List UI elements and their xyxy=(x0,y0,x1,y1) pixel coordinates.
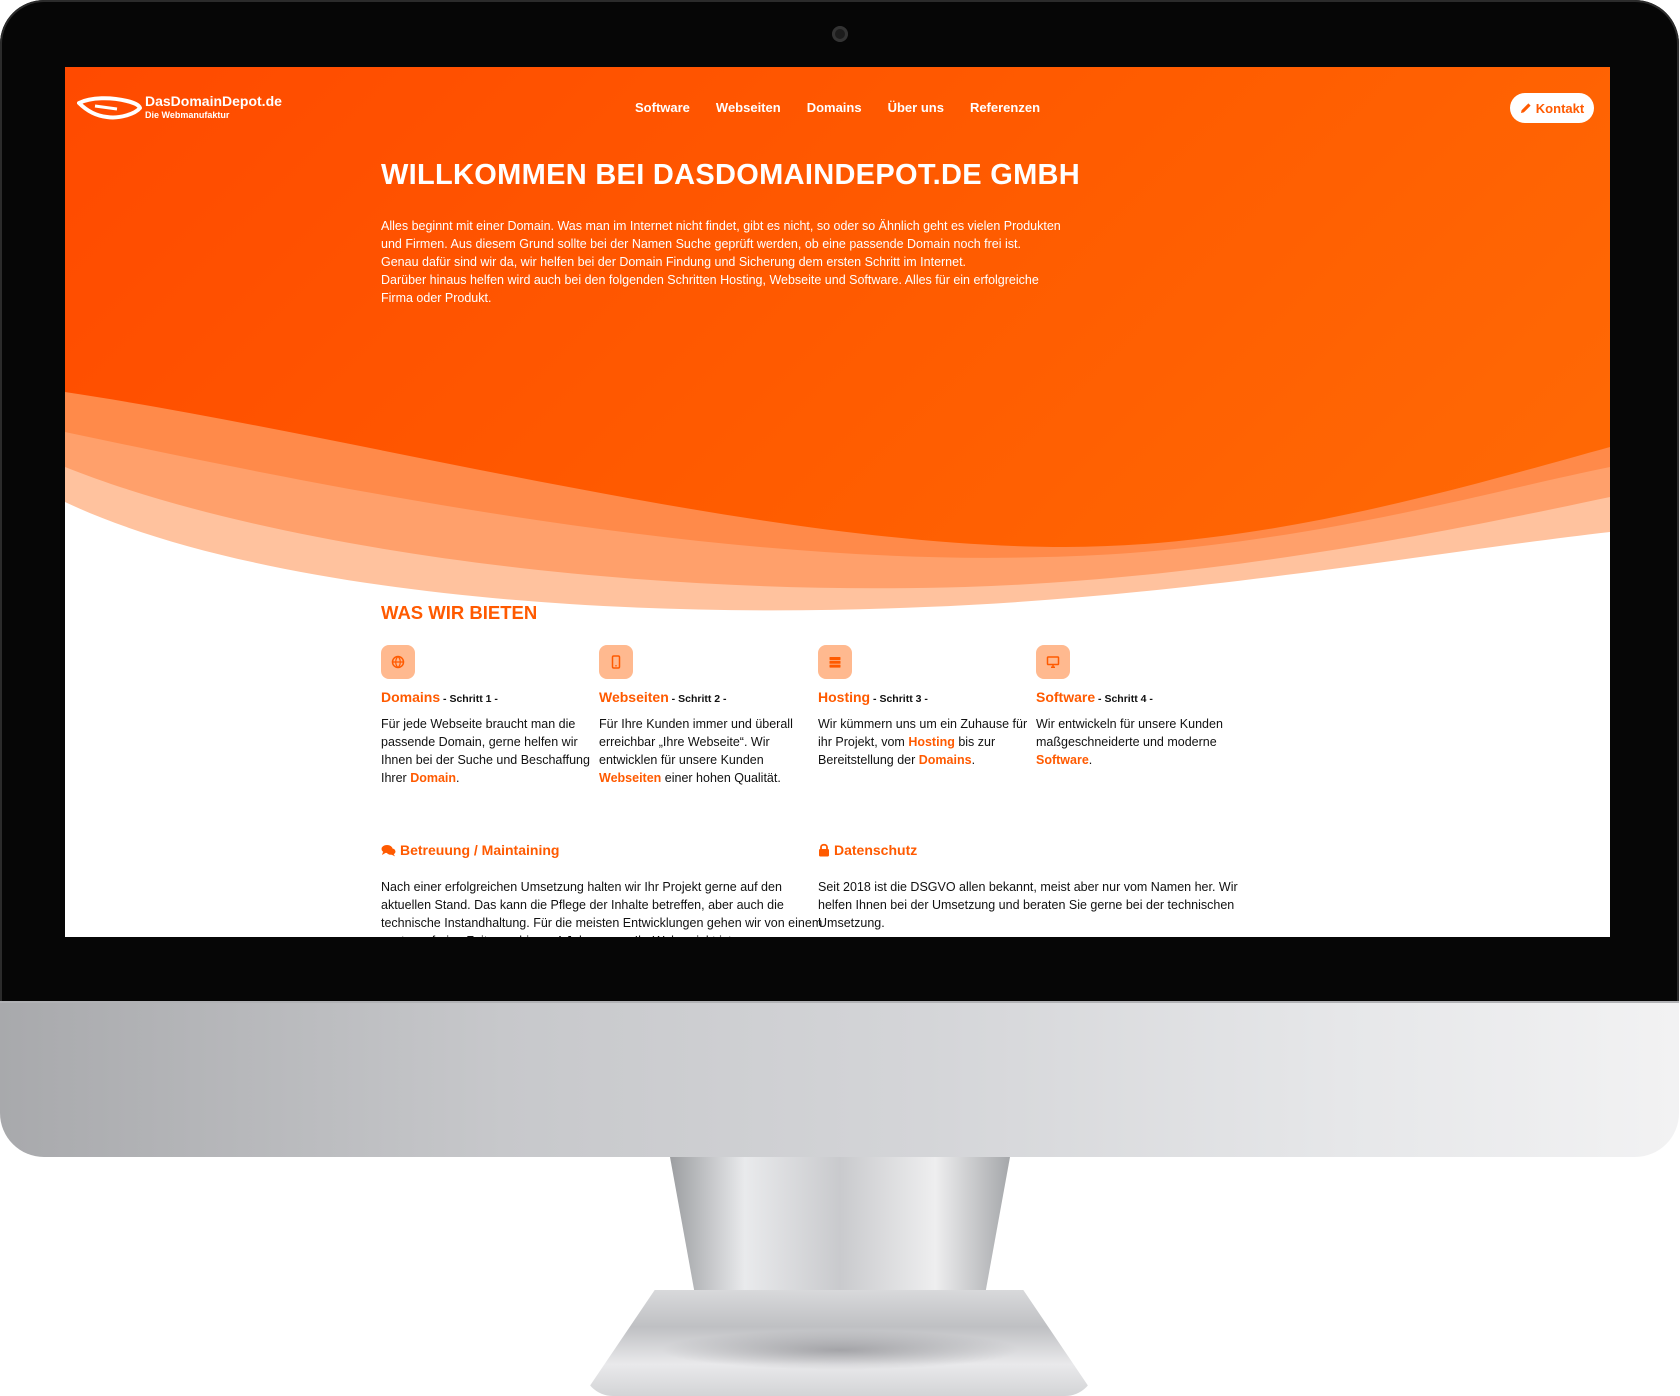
text: . xyxy=(456,771,460,785)
page-title: WILLKOMMEN BEI DASDOMAINDEPOT.DE GMBH xyxy=(381,159,1081,191)
inline-link[interactable]: Domain xyxy=(410,771,456,785)
text: Wir entwickeln für unsere Kunden maßgesc… xyxy=(1036,717,1223,749)
inline-link[interactable]: Webseiten xyxy=(599,771,661,785)
support-heading: Betreuung / Maintaining xyxy=(381,842,826,858)
comments-icon xyxy=(381,844,396,856)
offer-card-description: Wir entwickeln für unsere Kunden maßgesc… xyxy=(1036,715,1246,769)
logo-title: DasDomainDepot.de xyxy=(145,93,282,109)
monitor-icon xyxy=(1036,645,1070,679)
offer-card-name[interactable]: Domains xyxy=(381,689,440,705)
camera-icon xyxy=(832,26,848,42)
nav-item-software[interactable]: Software xyxy=(635,100,690,115)
inline-link[interactable]: Software xyxy=(1036,753,1089,767)
text: . xyxy=(1088,753,1093,767)
monitor-chin xyxy=(0,1001,1679,1157)
offer-card-description: Für Ihre Kunden immer und überall erreic… xyxy=(599,715,809,787)
offer-card-heading: Domains - Schritt 1 - xyxy=(381,689,591,707)
offer-card-heading: Webseiten - Schritt 2 - xyxy=(599,689,809,707)
server-icon xyxy=(818,645,852,679)
offer-card-name[interactable]: Software xyxy=(1036,689,1095,705)
text: Für Ihre Kunden immer und überall erreic… xyxy=(599,717,793,767)
offer-card-name[interactable]: Hosting xyxy=(818,689,870,705)
offer-card-step: - Schritt 1 - xyxy=(440,693,498,705)
site-logo[interactable]: DasDomainDepot.de Die Webmanufaktur xyxy=(77,93,282,127)
privacy-heading: Datenschutz xyxy=(818,842,1263,858)
offer-card-heading: Hosting - Schritt 3 - xyxy=(818,689,1028,707)
text: . xyxy=(971,753,976,767)
offer-card-description: Für jede Webseite braucht man die passen… xyxy=(381,715,591,787)
support-title: Betreuung / Maintaining xyxy=(400,842,560,858)
contact-button-label: Kontakt xyxy=(1535,100,1585,116)
offer-card-heading: Software - Schritt 4 - xyxy=(1036,689,1246,707)
hero-waves-decoration xyxy=(65,392,1610,617)
text: einer hohen Qualität. xyxy=(661,771,781,785)
globe-icon xyxy=(381,645,415,679)
imac-monitor: DasDomainDepot.de Die Webmanufaktur Soft… xyxy=(0,0,1680,1396)
privacy-title: Datenschutz xyxy=(834,842,918,858)
inline-link[interactable]: Domains xyxy=(919,753,972,767)
stand-shadow xyxy=(660,1330,1020,1370)
contact-button[interactable]: Kontakt xyxy=(1510,93,1594,123)
offer-card-step: - Schritt 4 - xyxy=(1095,693,1153,705)
support-section: Betreuung / Maintaining Nach einer erfol… xyxy=(381,842,826,937)
offer-card-domains: Domains - Schritt 1 - Für jede Webseite … xyxy=(381,645,591,787)
offer-section-title: WAS WIR BIETEN xyxy=(381,602,538,623)
divider xyxy=(0,1001,1679,1003)
hero-paragraph: Alles beginnt mit einer Domain. Was man … xyxy=(381,219,1061,251)
hero-intro-text: Alles beginnt mit einer Domain. Was man … xyxy=(381,217,1061,307)
logo-subtitle: Die Webmanufaktur xyxy=(145,110,230,120)
offer-card-step: - Schritt 3 - xyxy=(870,693,928,705)
mobile-icon xyxy=(599,645,633,679)
privacy-section: Datenschutz Seit 2018 ist die DSGVO alle… xyxy=(818,842,1263,932)
hero-paragraph: Genau dafür sind wir da, wir helfen bei … xyxy=(381,255,967,269)
logo-mark-icon xyxy=(77,96,142,120)
monitor-stand-neck xyxy=(670,1157,1010,1307)
hero-paragraph: Darüber hinaus helfen wird auch bei den … xyxy=(381,273,1039,305)
inline-link[interactable]: Hosting xyxy=(908,735,955,749)
pencil-icon xyxy=(1520,103,1531,113)
offer-card-name[interactable]: Webseiten xyxy=(599,689,669,705)
offer-card-webseiten: Webseiten - Schritt 2 - Für Ihre Kunden … xyxy=(599,645,809,787)
offer-card-software: Software - Schritt 4 - Wir entwickeln fü… xyxy=(1036,645,1246,769)
lock-icon xyxy=(819,843,829,857)
privacy-text: Seit 2018 ist die DSGVO allen bekannt, m… xyxy=(818,880,1238,930)
nav-item-webseiten[interactable]: Webseiten xyxy=(716,100,781,115)
support-text: Nach einer erfolgreichen Umsetzung halte… xyxy=(381,880,823,937)
nav-item-domains[interactable]: Domains xyxy=(807,100,862,115)
main-navigation: Software Webseiten Domains Über uns Refe… xyxy=(635,100,1040,115)
website-screen: DasDomainDepot.de Die Webmanufaktur Soft… xyxy=(65,67,1610,937)
offer-card-description: Wir kümmern uns um ein Zuhause für ihr P… xyxy=(818,715,1028,769)
offer-card-step: - Schritt 2 - xyxy=(668,693,727,705)
nav-item-ueber-uns[interactable]: Über uns xyxy=(888,100,944,115)
nav-item-referenzen[interactable]: Referenzen xyxy=(970,100,1040,115)
offer-card-hosting: Hosting - Schritt 3 - Wir kümmern uns um… xyxy=(818,645,1028,769)
